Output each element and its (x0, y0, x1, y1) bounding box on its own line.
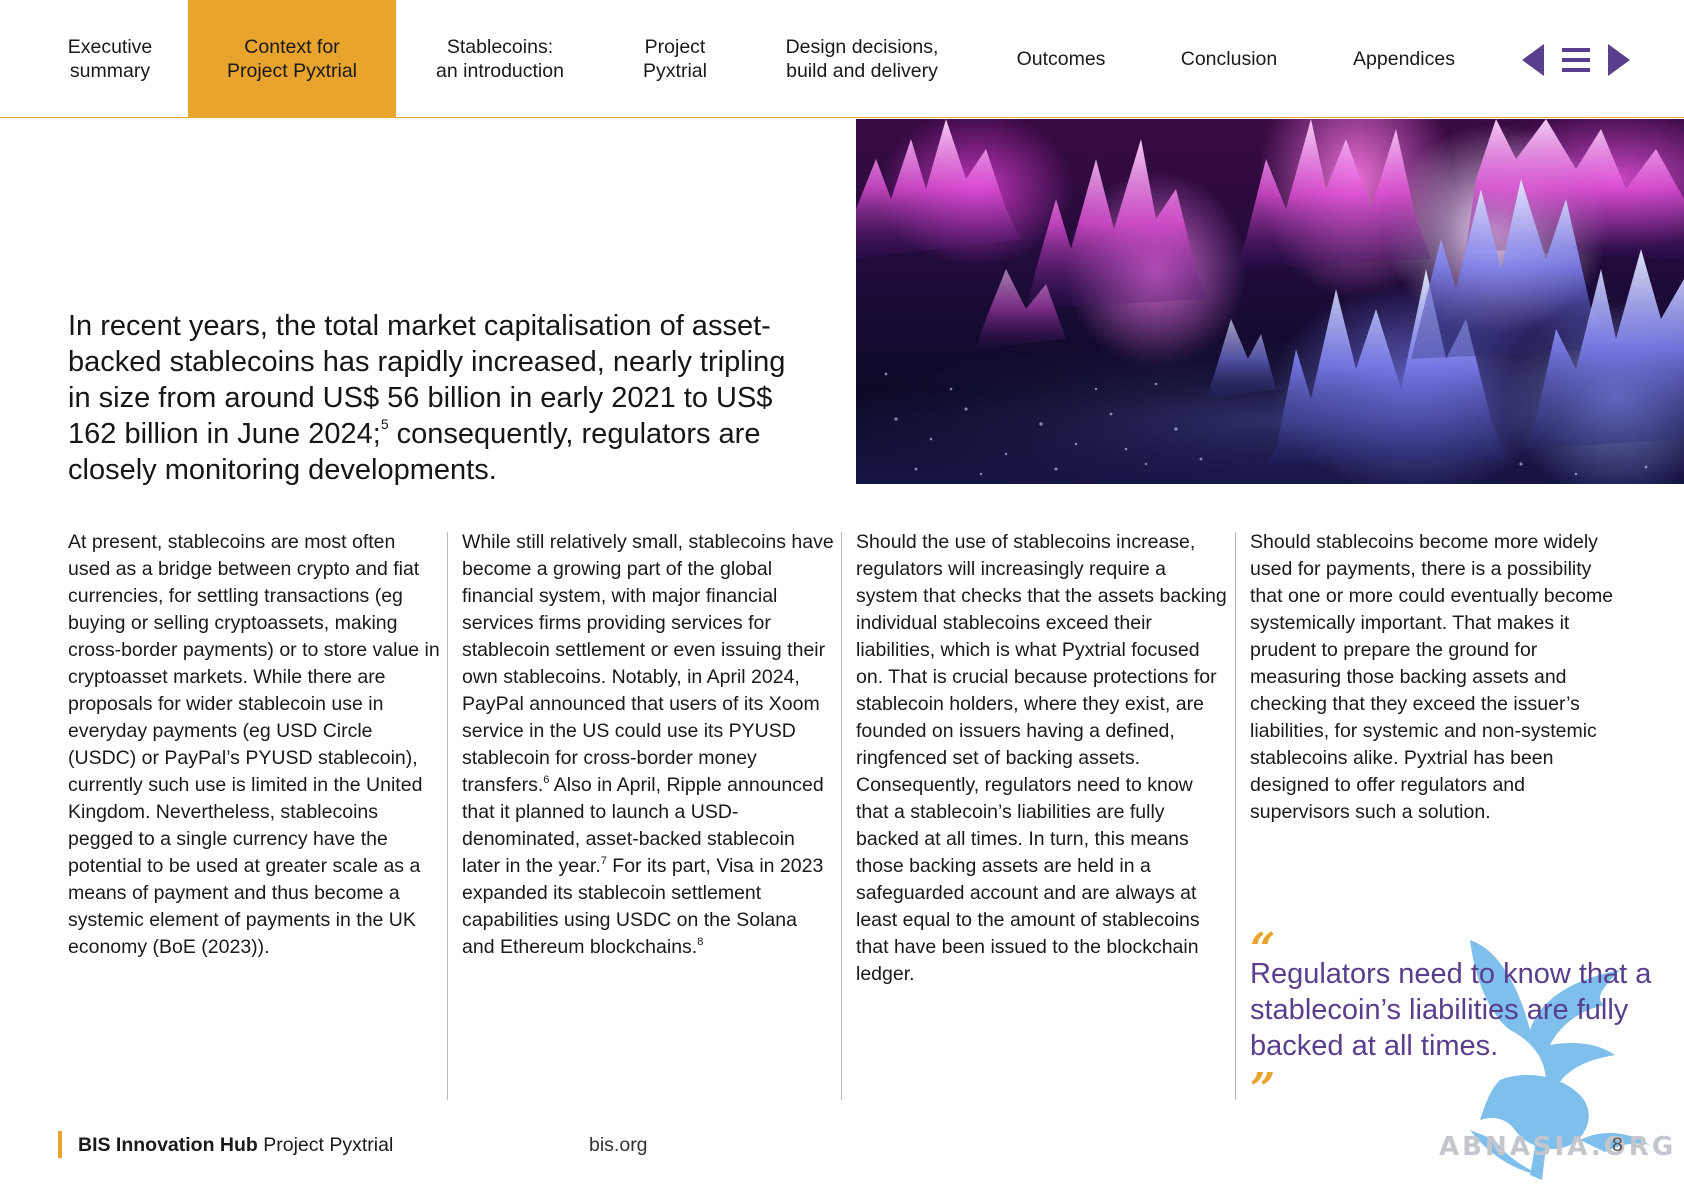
column-1-text: At present, stablecoins are most often u… (68, 531, 440, 958)
menu-icon[interactable] (1561, 42, 1591, 78)
previous-page-icon[interactable] (1520, 42, 1546, 78)
tab-stablecoins-introduction[interactable]: Stablecoins: an introduction (420, 0, 580, 118)
footer-accent-bar (58, 1131, 62, 1158)
page-navigation-tools (1520, 42, 1632, 78)
tab-executive-summary[interactable]: Executive summary (40, 0, 180, 118)
footer-brand: BIS Innovation Hub Project Pyxtrial (78, 1132, 393, 1158)
column-2-text-a: While still relatively small, stablecoin… (462, 531, 834, 796)
abstract-data-landscape-art (856, 119, 1684, 484)
body-column-4: Should stablecoins become more widely us… (1250, 529, 1622, 826)
watermark-text: ABNASIA.ORG (1439, 1132, 1677, 1162)
next-page-icon[interactable] (1606, 42, 1632, 78)
tab-context-for-project-pyxtrial[interactable]: Context for Project Pyxtrial (188, 0, 396, 118)
footer-website-link[interactable]: bis.org (589, 1132, 648, 1158)
lead-paragraph: In recent years, the total market capita… (68, 308, 808, 488)
hero-image (856, 119, 1684, 484)
close-quote-mark: ” (1250, 1064, 1276, 1115)
column-divider (841, 532, 842, 1100)
body-column-1: At present, stablecoins are most often u… (68, 529, 440, 961)
page-number: 8 (1612, 1134, 1623, 1156)
column-divider (447, 532, 448, 1100)
top-navigation: Executive summary Context for Project Py… (0, 0, 1684, 118)
tab-outcomes[interactable]: Outcomes (1000, 0, 1122, 118)
body-column-3: Should the use of stablecoins increase, … (856, 529, 1228, 988)
footer-brand-rest: Project Pyxtrial (257, 1134, 394, 1156)
footer-brand-bold: BIS Innovation Hub (78, 1134, 258, 1156)
tab-conclusion[interactable]: Conclusion (1170, 0, 1288, 118)
tab-design-decisions[interactable]: Design decisions, build and delivery (770, 0, 954, 118)
pull-quote: Regulators need to know that a stablecoi… (1250, 958, 1652, 1062)
tab-appendices[interactable]: Appendices (1338, 0, 1470, 118)
column-4-text: Should stablecoins become more widely us… (1250, 531, 1614, 823)
tab-project-pyxtrial[interactable]: Project Pyxtrial (620, 0, 730, 118)
footnote-ref-8[interactable]: 8 (697, 936, 703, 948)
column-divider (1235, 532, 1236, 1100)
column-3-text: Should the use of stablecoins increase, … (856, 531, 1227, 985)
body-column-2: While still relatively small, stablecoin… (462, 529, 834, 961)
footnote-ref-5[interactable]: 5 (381, 416, 389, 432)
